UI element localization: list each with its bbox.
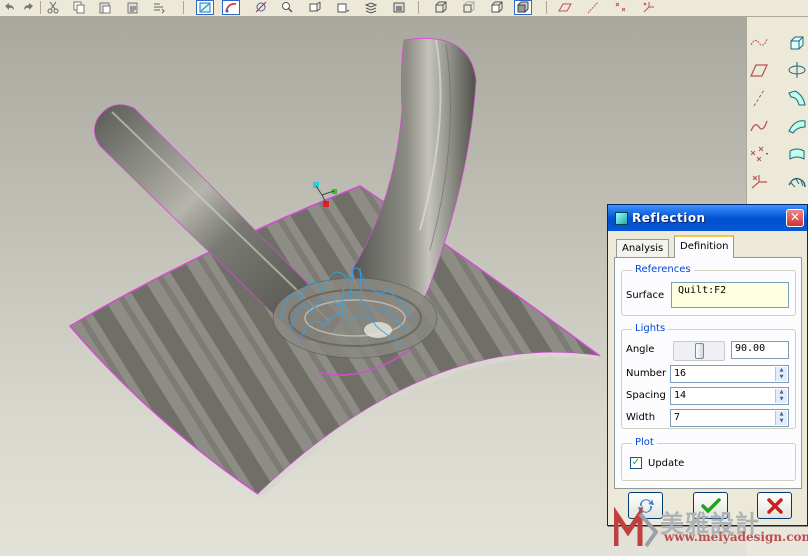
angle-input[interactable]: 90.00 (731, 341, 789, 359)
spin-up-icon: ▲ (779, 411, 784, 417)
width-label: Width (626, 412, 656, 423)
datum-axes-icon[interactable] (584, 0, 602, 15)
toolbar-separator (40, 1, 41, 14)
revolve-icon[interactable] (785, 59, 808, 81)
tab-analysis[interactable]: Analysis (616, 239, 670, 257)
dialog-title: Reflection (632, 211, 706, 225)
surface-label: Surface (626, 290, 665, 301)
undo-icon[interactable] (0, 0, 18, 15)
watermark-url: www.meiyadesign.com (664, 530, 808, 544)
angle-slider-thumb[interactable] (695, 343, 704, 359)
datum-curve-icon[interactable] (747, 31, 771, 53)
update-checkbox[interactable]: ✓ (630, 457, 642, 469)
feature-toolbar (746, 17, 808, 205)
number-spinner[interactable]: 16 ▲ ▼ (670, 365, 789, 383)
surface-reference-field[interactable]: Quilt:F2 (671, 282, 789, 308)
wireframe-icon[interactable] (432, 0, 450, 15)
number-spin-arrows[interactable]: ▲ ▼ (775, 367, 787, 381)
width-value: 7 (674, 412, 681, 423)
lights-group: Lights Angle 90.00 Number 16 ▲ ▼ Spacing … (621, 323, 796, 429)
spin-down-icon: ▼ (779, 396, 784, 402)
definition-panel: References Surface Quilt:F2 Lights Angle… (614, 257, 802, 489)
shading-icon[interactable] (514, 0, 532, 15)
blend-icon[interactable] (785, 115, 808, 137)
boundary-surface-icon[interactable] (785, 143, 808, 165)
layers-icon[interactable] (362, 0, 380, 15)
datum-point-tool-icon[interactable] (747, 143, 771, 165)
spin-up-icon: ▲ (779, 367, 784, 373)
meiya-logo-icon (614, 506, 658, 548)
reflection-analysis-icon (615, 212, 628, 225)
coordinate-system-tool-icon[interactable] (747, 171, 771, 193)
spin-down-icon: ▼ (779, 418, 784, 424)
spin-up-icon: ▲ (779, 389, 784, 395)
hidden-line-icon[interactable] (460, 0, 478, 15)
copy-icon[interactable] (70, 0, 88, 15)
spacing-spinner[interactable]: 14 ▲ ▼ (670, 387, 789, 405)
toolbar-separator (418, 1, 419, 14)
lights-group-title: Lights (632, 323, 669, 334)
references-group: References Surface Quilt:F2 (621, 264, 796, 316)
number-label: Number (626, 368, 667, 379)
update-label: Update (648, 458, 685, 469)
angle-slider[interactable] (673, 341, 725, 361)
extrude-icon[interactable] (785, 31, 808, 53)
datum-points-icon[interactable] (612, 0, 630, 15)
watermark: 美雅設計 www.meiyadesign.com (612, 500, 808, 556)
coordinate-systems-icon[interactable] (640, 0, 658, 15)
saved-views-icon[interactable] (334, 0, 352, 15)
display-style-icon[interactable] (390, 0, 408, 15)
spin-down-icon: ▼ (779, 374, 784, 380)
tab-definition[interactable]: Definition (674, 235, 735, 258)
dialog-titlebar[interactable]: Reflection ✕ (608, 205, 807, 231)
datum-planes-icon[interactable] (556, 0, 574, 15)
datum-plane-tool-icon[interactable] (747, 59, 771, 81)
paste-special-icon[interactable] (124, 0, 142, 15)
plot-group: Plot ✓ Update (621, 437, 796, 481)
number-value: 16 (674, 368, 687, 379)
redo-icon[interactable] (20, 0, 38, 15)
angle-label: Angle (626, 344, 655, 355)
regenerate-icon[interactable] (150, 0, 168, 15)
sketch-icon[interactable] (222, 0, 240, 15)
width-spin-arrows[interactable]: ▲ ▼ (775, 411, 787, 425)
width-spinner[interactable]: 7 ▲ ▼ (670, 409, 789, 427)
toolbar-separator (546, 1, 547, 14)
no-hidden-icon[interactable] (488, 0, 506, 15)
view-manager-icon[interactable] (252, 0, 270, 15)
datum-axis-tool-icon[interactable] (747, 87, 771, 109)
main-toolbar (0, 0, 808, 17)
spacing-spin-arrows[interactable]: ▲ ▼ (775, 389, 787, 403)
spacing-value: 14 (674, 390, 687, 401)
reflection-dialog: Reflection ✕ Analysis Definition Referen… (607, 204, 808, 526)
plot-group-title: Plot (632, 437, 657, 448)
close-button[interactable]: ✕ (786, 209, 804, 227)
references-group-title: References (632, 264, 694, 275)
sketched-curve-icon[interactable] (747, 115, 771, 137)
cut-icon[interactable] (44, 0, 62, 15)
zoom-icon[interactable] (278, 0, 296, 15)
spacing-label: Spacing (626, 390, 666, 401)
paste-icon[interactable] (96, 0, 114, 15)
model-tree-icon[interactable] (196, 0, 214, 15)
orient-icon[interactable] (306, 0, 324, 15)
toolbar-separator (183, 1, 184, 14)
variable-section-sweep-icon[interactable] (785, 171, 808, 193)
sweep-icon[interactable] (785, 87, 808, 109)
